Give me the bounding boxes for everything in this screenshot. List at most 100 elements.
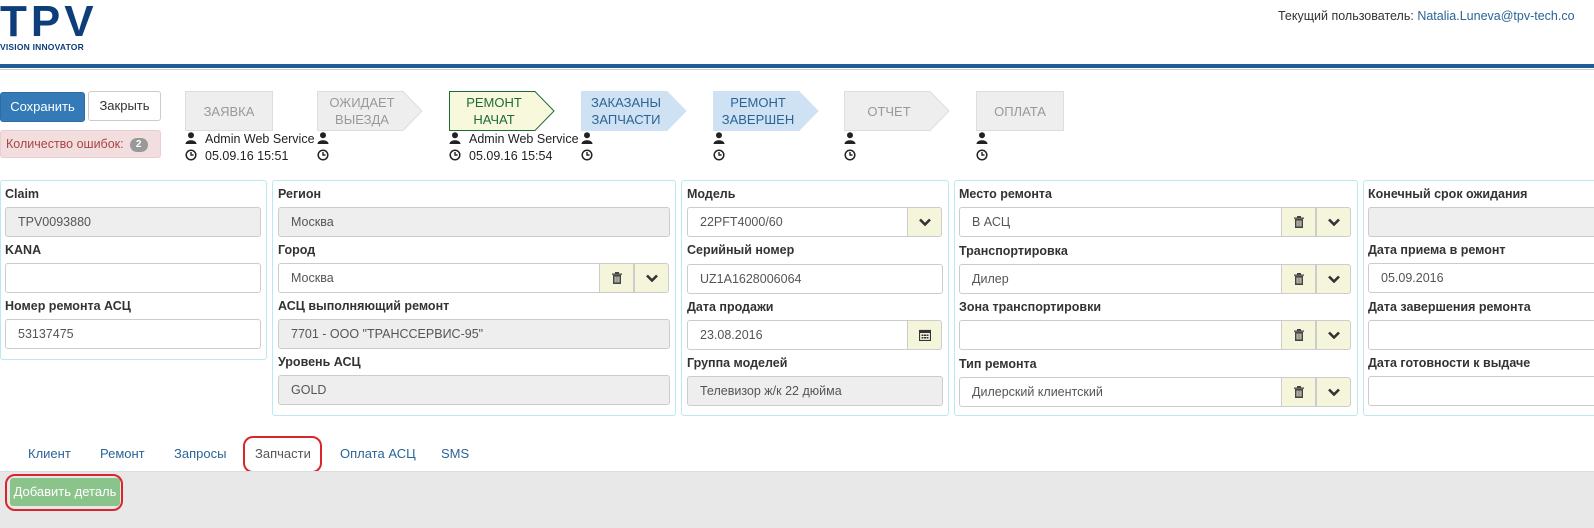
sale-date-field[interactable]: 23.08.2016 <box>687 320 908 350</box>
step-user-text: Admin Web Service <box>205 132 315 146</box>
workflow-step-label: ОЖИДАЕТ ВЫЕЗДА <box>329 95 395 127</box>
step-time <box>844 149 864 163</box>
step-time <box>581 149 601 163</box>
header: TPV VISION INNOVATOR Текущий пользовател… <box>0 0 1594 70</box>
workflow-step-3[interactable]: РЕМОНТ НАЧАТ <box>449 91 555 131</box>
ready-date-label: Дата готовности к выдаче <box>1368 356 1531 370</box>
workflow-step-4[interactable]: ЗАКАЗАНЫ ЗАПЧАСТИ <box>581 91 687 131</box>
deadline-label: Конечный срок ожидания <box>1368 187 1528 201</box>
step-user <box>581 132 601 146</box>
logo-subtitle: VISION INNOVATOR <box>0 42 84 52</box>
tab-asc-payment[interactable]: Оплата АСЦ <box>340 446 416 461</box>
workflow-step-label: ОПЛАТА <box>994 103 1046 119</box>
claim-field: TPV0093880 <box>5 207 261 237</box>
workflow-step-2[interactable]: ОЖИДАЕТ ВЫЕЗДА <box>317 91 423 131</box>
tab-client[interactable]: Клиент <box>28 446 71 461</box>
step-time: 05.09.16 15:51 <box>185 149 288 163</box>
transport-clear-button[interactable] <box>1281 264 1316 294</box>
clock-icon <box>976 149 988 161</box>
tab-sms[interactable]: SMS <box>441 446 469 461</box>
user-icon <box>581 132 593 144</box>
chevron-down-icon <box>1327 388 1340 396</box>
transport-zone-dropdown-button[interactable] <box>1316 320 1351 350</box>
tab-requests[interactable]: Запросы <box>174 446 226 461</box>
step-user <box>317 132 337 146</box>
user-email-link[interactable]: Natalia.Luneva@tpv-tech.co <box>1417 9 1574 23</box>
repair-place-select[interactable]: В АСЦ <box>959 207 1282 237</box>
transport-label: Транспортировка <box>959 244 1068 258</box>
asc-field: 7701 - ООО "ТРАНССЕРВИС-95" <box>278 319 670 349</box>
deadline-field <box>1368 207 1594 237</box>
trash-icon <box>1293 328 1304 341</box>
finish-date-field[interactable] <box>1368 320 1594 350</box>
step-user <box>844 132 864 146</box>
step-time-text: 05.09.16 15:54 <box>469 149 553 163</box>
step-time-text: 05.09.16 15:51 <box>205 149 289 163</box>
transport-zone-label: Зона транспортировки <box>959 300 1102 314</box>
close-button[interactable]: Закрыть <box>88 91 161 121</box>
step-time <box>317 149 337 163</box>
trash-icon <box>1293 385 1304 398</box>
step-user-text: Admin Web Service <box>469 132 579 146</box>
workflow-step-6[interactable]: ОТЧЕТ <box>844 91 950 131</box>
save-button[interactable]: Сохранить <box>0 92 85 122</box>
workflow-step-label: ЗАЯВКА <box>203 103 255 119</box>
city-select[interactable]: Москва <box>278 263 600 293</box>
workflow-step-label: ЗАКАЗАНЫ ЗАПЧАСТИ <box>590 95 662 127</box>
transport-zone-select[interactable] <box>959 320 1282 350</box>
workflow-step-label: ОТЧЕТ <box>867 103 911 119</box>
workflow-step-5[interactable]: РЕМОНТ ЗАВЕРШЕН <box>713 91 819 131</box>
asc-level-field: GOLD <box>278 375 670 405</box>
asc-level-label: Уровень АСЦ <box>278 355 361 369</box>
user-icon <box>449 132 461 144</box>
step-user: Admin Web Service <box>449 132 579 146</box>
region-label: Регион <box>278 187 322 201</box>
user-icon <box>976 132 988 144</box>
chevron-down-icon <box>1327 331 1340 339</box>
city-label: Город <box>278 243 316 257</box>
repair-place-dropdown-button[interactable] <box>1316 207 1351 237</box>
sale-date-picker-button[interactable] <box>907 320 942 350</box>
kana-field[interactable] <box>5 263 261 293</box>
repair-place-clear-button[interactable] <box>1281 207 1316 237</box>
region-field: Москва <box>278 207 670 237</box>
serial-number-label: Серийный номер <box>687 243 795 257</box>
ready-date-field[interactable] <box>1368 376 1594 406</box>
step-user <box>713 132 733 146</box>
tab-parts-highlight <box>243 436 322 473</box>
model-select[interactable]: 22PFT4000/60 <box>687 207 908 237</box>
tabs-bar <box>0 430 1594 471</box>
asc-repair-number-label: Номер ремонта АСЦ <box>5 299 131 313</box>
repair-type-clear-button[interactable] <box>1281 377 1316 407</box>
chevron-down-icon <box>1327 275 1340 283</box>
step-time: 05.09.16 15:54 <box>449 149 552 163</box>
workflow-step-label: РЕМОНТ НАЧАТ <box>466 95 522 127</box>
city-dropdown-button[interactable] <box>634 263 669 293</box>
current-user: Текущий пользователь: Natalia.Luneva@tpv… <box>1278 9 1575 23</box>
add-part-highlight <box>5 474 123 511</box>
user-label: Текущий пользователь: <box>1278 9 1414 23</box>
accept-date-field[interactable]: 05.09.2016 <box>1368 263 1594 293</box>
tab-repair[interactable]: Ремонт <box>100 446 145 461</box>
serial-number-field[interactable]: UZ1A1628006064 <box>687 264 943 294</box>
trash-icon <box>611 271 622 284</box>
repair-type-dropdown-button[interactable] <box>1316 377 1351 407</box>
asc-label: АСЦ выполняющий ремонт <box>278 299 450 313</box>
repair-type-label: Тип ремонта <box>959 357 1037 371</box>
model-dropdown-button[interactable] <box>907 207 942 237</box>
trash-icon <box>1293 272 1304 285</box>
claim-label: Claim <box>5 187 40 201</box>
asc-repair-number-field[interactable]: 53137475 <box>5 319 261 349</box>
transport-zone-clear-button[interactable] <box>1281 320 1316 350</box>
tpv-logo[interactable]: TPV VISION INNOVATOR <box>0 0 110 52</box>
repair-type-select[interactable]: Дилерский клиентский <box>959 377 1282 407</box>
workflow-step-1[interactable]: ЗАЯВКА <box>185 91 273 131</box>
city-clear-button[interactable] <box>599 263 634 293</box>
workflow-step-7[interactable]: ОПЛАТА <box>976 91 1064 131</box>
transport-dropdown-button[interactable] <box>1316 264 1351 294</box>
user-icon <box>713 132 725 144</box>
sale-date-label: Дата продажи <box>687 300 774 314</box>
clock-icon <box>581 149 593 161</box>
header-divider <box>0 64 1594 68</box>
transport-select[interactable]: Дилер <box>959 264 1282 294</box>
